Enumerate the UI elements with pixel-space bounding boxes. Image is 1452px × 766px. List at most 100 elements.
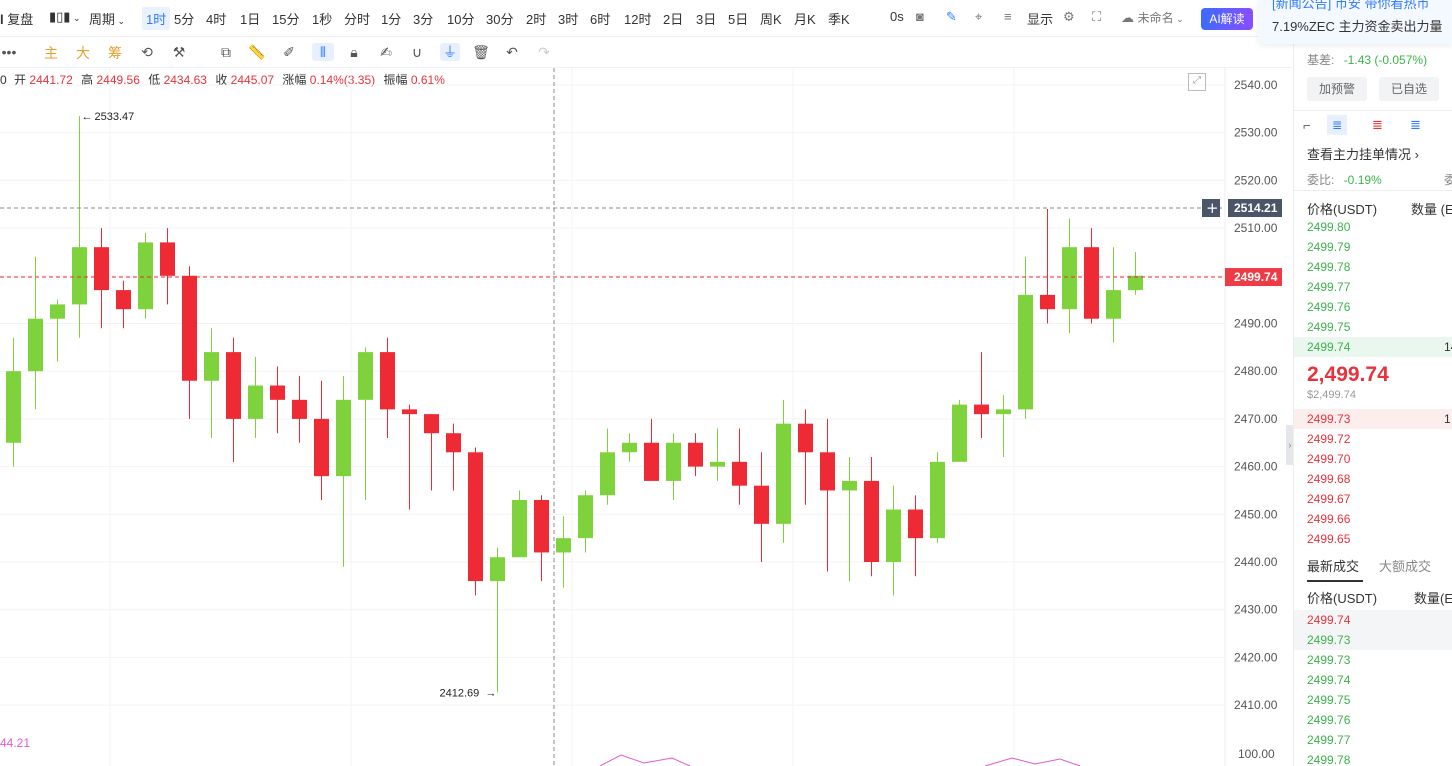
candle-body [732, 461, 747, 486]
main-orders-link[interactable]: 查看主力挂单情况 › [1307, 144, 1419, 163]
candle-body [380, 352, 395, 410]
interval-1[interactable]: 5分 [174, 9, 194, 28]
bid-price[interactable]: 2499.72 [1307, 432, 1350, 446]
bid-price[interactable]: 2499.65 [1307, 532, 1350, 546]
ask-price[interactable]: 2499.74 [1307, 340, 1350, 354]
ask-price[interactable]: 2499.75 [1307, 320, 1350, 334]
filter-icon[interactable]: ⏚ [440, 43, 460, 61]
gear-icon[interactable]: ⚙ [1063, 9, 1075, 25]
interval-4[interactable]: 15分 [272, 9, 299, 28]
tab-latest-trades[interactable]: 最新成交 [1307, 556, 1359, 575]
candle-body [952, 404, 967, 462]
book-asks-icon[interactable]: ≣ [1372, 117, 1383, 133]
interval-17[interactable]: 5日 [728, 9, 748, 28]
expand-icon[interactable]: ⤢ [1188, 73, 1206, 91]
main-indicator-button[interactable]: 主 [44, 43, 58, 63]
interval-9[interactable]: 10分 [447, 9, 474, 28]
candlestick-chart[interactable]: 2540.002530.002520.002510.002500.002490.… [0, 68, 1292, 766]
interval-13[interactable]: 6时 [590, 9, 610, 28]
indicator-value: 44.21 [0, 736, 31, 750]
current-price-label: 2499.74 [1234, 270, 1278, 284]
pen-icon[interactable]: ✎ [946, 9, 957, 25]
candle-body [534, 499, 549, 553]
chart-grid [0, 68, 1225, 766]
ask-price[interactable]: 2499.77 [1307, 280, 1350, 294]
camera-icon[interactable]: ◙ [916, 9, 924, 24]
interval-0[interactable]: 1时 [142, 7, 171, 30]
bid-price[interactable]: 2499.70 [1307, 452, 1350, 466]
interval-14[interactable]: 12时 [624, 9, 651, 28]
more-icon[interactable]: ••• [0, 43, 18, 61]
watchlist-button[interactable]: 已自选 [1379, 77, 1439, 101]
trade-price: 2499.78 [1307, 753, 1351, 766]
interval-5[interactable]: 1秒 [312, 9, 332, 28]
replay-icon: l [0, 12, 4, 27]
bid-price[interactable]: 2499.67 [1307, 492, 1350, 506]
interval-16[interactable]: 3日 [696, 9, 716, 28]
lock-icon[interactable]: 🔒︎ [345, 43, 363, 61]
interval-2[interactable]: 4时 [206, 9, 226, 28]
big-order-button[interactable]: 大 [76, 43, 90, 63]
layout-icon[interactable]: ⌐ [1303, 118, 1311, 133]
candle-body [974, 404, 989, 415]
interval-15[interactable]: 2日 [663, 9, 683, 28]
cloud-button[interactable]: ☁ 未命名 ⌄ [1121, 9, 1184, 26]
chevron-down-icon: ⌄ [115, 16, 126, 26]
tab-large-trades[interactable]: 大额成交 [1379, 556, 1431, 575]
interval-8[interactable]: 3分 [413, 9, 433, 28]
chart-type-button[interactable]: ▮▯▮ ⌄ [49, 9, 81, 25]
cursor-icon[interactable]: ⌖ [975, 9, 982, 25]
interval-19[interactable]: 月K [794, 9, 816, 28]
replay-button[interactable]: l 复盘 [0, 9, 33, 28]
candles-icon[interactable]: ⫴ [312, 43, 334, 61]
candle-body [842, 480, 857, 491]
low-marker-label: 2412.69 [440, 687, 480, 699]
redo-icon[interactable]: ↷ [535, 43, 553, 61]
interval-11[interactable]: 2时 [526, 9, 546, 28]
ruler-icon[interactable]: 📏 [248, 43, 266, 61]
candle-body [578, 495, 593, 539]
candle-body [754, 485, 769, 524]
candle-body [138, 242, 153, 310]
ai-interpret-button[interactable]: AI解读 [1201, 8, 1253, 30]
trash-icon[interactable]: 🗑︎ [472, 43, 490, 61]
chip-button[interactable]: 筹 [108, 43, 122, 63]
undo-icon[interactable]: ↶ [503, 43, 521, 61]
magnet-icon[interactable]: ∪ [408, 43, 426, 61]
bid-price[interactable]: 2499.66 [1307, 512, 1350, 526]
period-dropdown[interactable]: 周期 ⌄ [89, 9, 125, 28]
book-both-icon[interactable]: ≣ [1327, 115, 1347, 135]
interval-12[interactable]: 3时 [558, 9, 578, 28]
interval-10[interactable]: 30分 [486, 9, 513, 28]
fullscreen-icon[interactable]: ⛶ [1092, 9, 1101, 25]
interval-3[interactable]: 1日 [240, 9, 260, 28]
book-bids-icon[interactable]: ≣ [1410, 117, 1421, 133]
bid-price[interactable]: 2499.73 [1307, 412, 1350, 426]
copy-icon[interactable]: ⧉ [217, 43, 235, 61]
ask-price[interactable]: 2499.79 [1307, 240, 1350, 254]
candle-body [688, 442, 703, 467]
basis-value: -1.43 (-0.057%) [1343, 53, 1428, 67]
interval-6[interactable]: 分时 [344, 9, 370, 28]
ask-price[interactable]: 2499.78 [1307, 260, 1350, 274]
interval-7[interactable]: 1分 [381, 9, 401, 28]
interval-18[interactable]: 周K [760, 9, 782, 28]
order-book-panel: 基差: -1.43 (-0.057%) 加预警 已自选 ⌐ ≣ ≣ ≣ 查看主力… [1293, 0, 1452, 766]
bid-price[interactable]: 2499.68 [1307, 472, 1350, 486]
trade-price: 2499.74 [1307, 673, 1351, 687]
list-icon[interactable]: ≡ [1004, 9, 1012, 24]
candle-body [270, 385, 285, 400]
ask-price[interactable]: 2499.76 [1307, 300, 1350, 314]
cloud-icon: ☁ [1121, 10, 1134, 25]
sync-icon[interactable]: ⟲ [138, 43, 156, 61]
y-tick-label: 2470.00 [1234, 412, 1278, 426]
chevron-down-icon: ⌄ [1173, 14, 1184, 24]
brush-icon[interactable]: ✐ [280, 43, 298, 61]
indicator-tool-icon[interactable]: ⚒ [170, 43, 188, 61]
note-icon[interactable]: ✍ [377, 43, 395, 61]
add-alert-button[interactable]: 加预警 [1307, 77, 1367, 101]
interval-20[interactable]: 季K [828, 9, 850, 28]
news-notice[interactable]: [新闻公告] 币安 带你看热币 7.19%ZEC 主力资金卖出力量 [1258, 0, 1452, 44]
display-button[interactable]: 显示 [1027, 9, 1053, 28]
ask-price[interactable]: 2499.80 [1307, 220, 1350, 234]
